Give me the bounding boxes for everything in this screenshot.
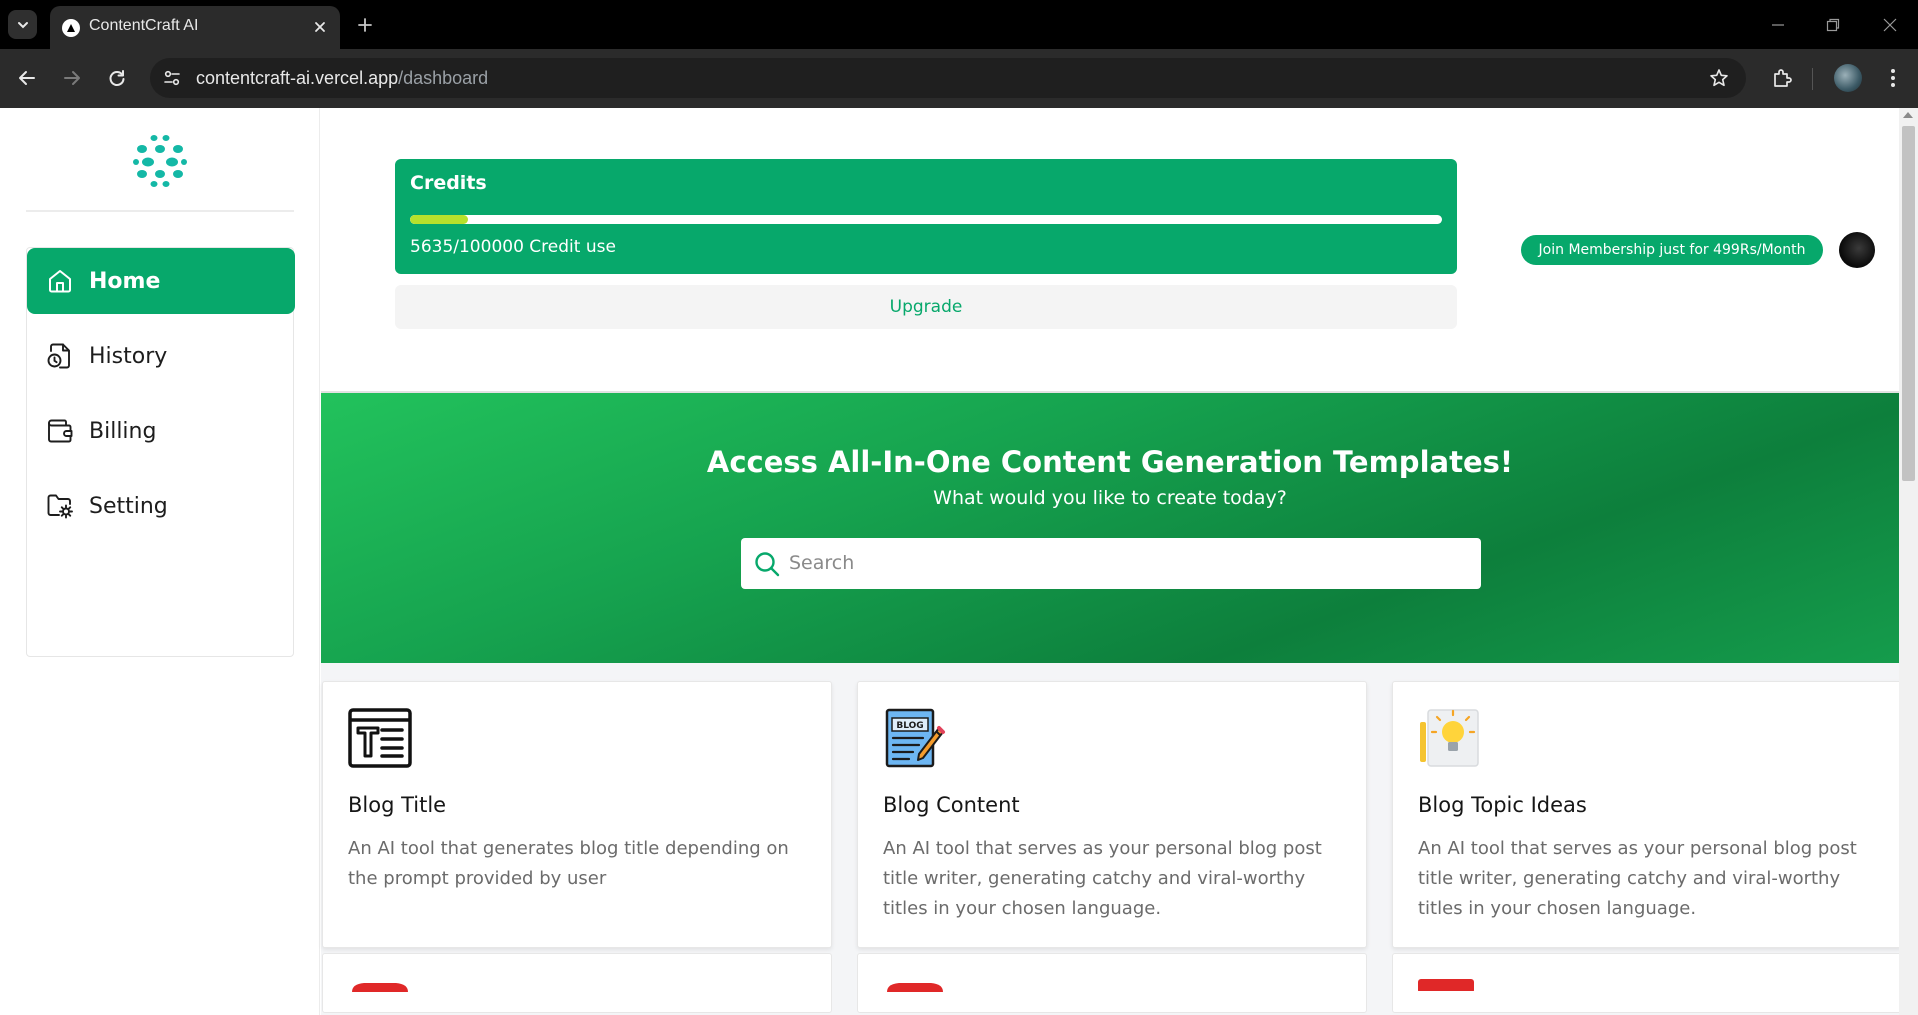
plus-icon	[358, 18, 372, 32]
bookmark-star-icon[interactable]	[1708, 67, 1730, 89]
reload-button[interactable]	[104, 65, 130, 91]
profile-avatar[interactable]	[1834, 64, 1862, 92]
template-title: Blog Title	[348, 793, 447, 817]
history-icon	[45, 341, 75, 371]
hero-title: Access All-In-One Content Generation Tem…	[706, 445, 1514, 479]
restore-button[interactable]	[1822, 14, 1844, 36]
close-icon	[315, 22, 325, 32]
scroll-up-arrow-icon[interactable]	[1903, 112, 1913, 118]
page-scrollbar[interactable]	[1899, 108, 1918, 1015]
toolbar-separator	[1812, 68, 1813, 90]
template-card-blog-content[interactable]: BLOG Blog Content An AI tool that serves…	[857, 681, 1367, 948]
template-card[interactable]	[322, 953, 832, 1013]
url-path: /dashboard	[398, 68, 489, 88]
vercel-favicon-icon	[62, 19, 80, 37]
membership-button[interactable]: Join Membership just for 499Rs/Month	[1521, 235, 1823, 265]
credits-progress-track	[410, 215, 1442, 224]
template-title: Blog Topic Ideas	[1418, 793, 1587, 817]
hero-subtitle: What would you like to create today?	[933, 487, 1287, 509]
search-input[interactable]	[789, 546, 1469, 580]
url-text[interactable]: contentcraft-ai.vercel.app/dashboard	[196, 68, 488, 89]
sidebar-item-history[interactable]: History	[27, 323, 295, 389]
browser-tab-bar: ContentCraft AI	[0, 0, 1918, 49]
upgrade-button[interactable]: Upgrade	[395, 285, 1457, 329]
template-description: An AI tool that serves as your personal …	[1418, 838, 1857, 919]
sidebar-item-billing[interactable]: Billing	[27, 398, 295, 464]
template-card-blog-topic-ideas[interactable]: Blog Topic Ideas An AI tool that serves …	[1392, 681, 1902, 948]
close-icon	[1883, 18, 1897, 32]
browser-tab[interactable]: ContentCraft AI	[50, 6, 340, 49]
hero-banner: Access All-In-One Content Generation Tem…	[321, 391, 1899, 663]
templates-grid: Blog Title An AI tool that generates blo…	[321, 663, 1902, 1015]
scroll-thumb[interactable]	[1902, 126, 1915, 481]
folder-cog-icon	[45, 491, 75, 521]
arrow-left-icon	[19, 71, 35, 85]
sidebar: Home History Billing Setting	[0, 108, 320, 1015]
sidebar-menu: Home History Billing Setting	[26, 247, 295, 657]
template-card[interactable]	[1392, 953, 1902, 1013]
sidebar-item-label: Billing	[89, 418, 157, 444]
blog-icon: BLOG	[885, 708, 945, 768]
sidebar-item-label: Home	[89, 268, 161, 294]
logo-divider	[26, 210, 294, 212]
template-card-blog-title[interactable]: Blog Title An AI tool that generates blo…	[322, 681, 832, 948]
tab-close-button[interactable]	[310, 17, 330, 37]
youtube-icon	[1418, 979, 1474, 991]
url-host: contentcraft-ai.vercel.app	[196, 68, 399, 88]
template-title: Blog Content	[883, 793, 1020, 817]
search-icon	[755, 552, 780, 577]
new-tab-button[interactable]	[353, 13, 377, 37]
arrow-right-icon	[64, 71, 80, 85]
credits-progress-fill	[410, 215, 469, 224]
sidebar-item-setting[interactable]: Setting	[27, 473, 295, 539]
main-content: Credits 5635/100000 Credit use Upgrade J…	[321, 108, 1902, 1015]
wallet-icon	[45, 416, 75, 446]
sidebar-item-label: History	[89, 343, 168, 369]
restore-icon	[1826, 18, 1840, 32]
template-card[interactable]	[857, 953, 1367, 1013]
logo-icon[interactable]	[130, 132, 190, 188]
window-close-button[interactable]	[1879, 14, 1901, 36]
site-info-icon[interactable]	[162, 68, 182, 88]
browser-menu-icon[interactable]	[1879, 64, 1907, 92]
youtube-icon	[352, 983, 408, 992]
title-icon	[348, 708, 412, 768]
minimize-icon	[1772, 24, 1784, 26]
browser-toolbar: contentcraft-ai.vercel.app/dashboard	[0, 49, 1918, 108]
lightbulb-icon	[1420, 709, 1479, 767]
search-box[interactable]	[741, 538, 1481, 589]
sidebar-item-home[interactable]: Home	[27, 248, 295, 314]
reload-icon	[109, 70, 125, 86]
forward-button[interactable]	[59, 65, 85, 91]
tab-search-button[interactable]	[8, 10, 37, 39]
page: Home History Billing Setting Credits 563…	[0, 108, 1918, 1015]
back-button[interactable]	[14, 65, 40, 91]
minimize-button[interactable]	[1767, 14, 1789, 36]
youtube-icon	[887, 983, 943, 992]
home-icon	[45, 266, 75, 296]
credits-title: Credits	[410, 172, 487, 194]
user-avatar[interactable]	[1839, 232, 1875, 268]
address-bar[interactable]: contentcraft-ai.vercel.app/dashboard	[150, 58, 1746, 98]
svg-text:BLOG: BLOG	[896, 721, 923, 731]
credits-card: Credits 5635/100000 Credit use	[395, 159, 1457, 274]
template-description: An AI tool that generates blog title dep…	[348, 838, 789, 889]
chevron-down-icon	[17, 21, 28, 28]
credits-usage-text: 5635/100000 Credit use	[410, 237, 616, 257]
extensions-icon[interactable]	[1768, 64, 1796, 92]
template-description: An AI tool that serves as your personal …	[883, 838, 1322, 919]
tab-title: ContentCraft AI	[89, 17, 199, 34]
sidebar-item-label: Setting	[89, 493, 168, 519]
